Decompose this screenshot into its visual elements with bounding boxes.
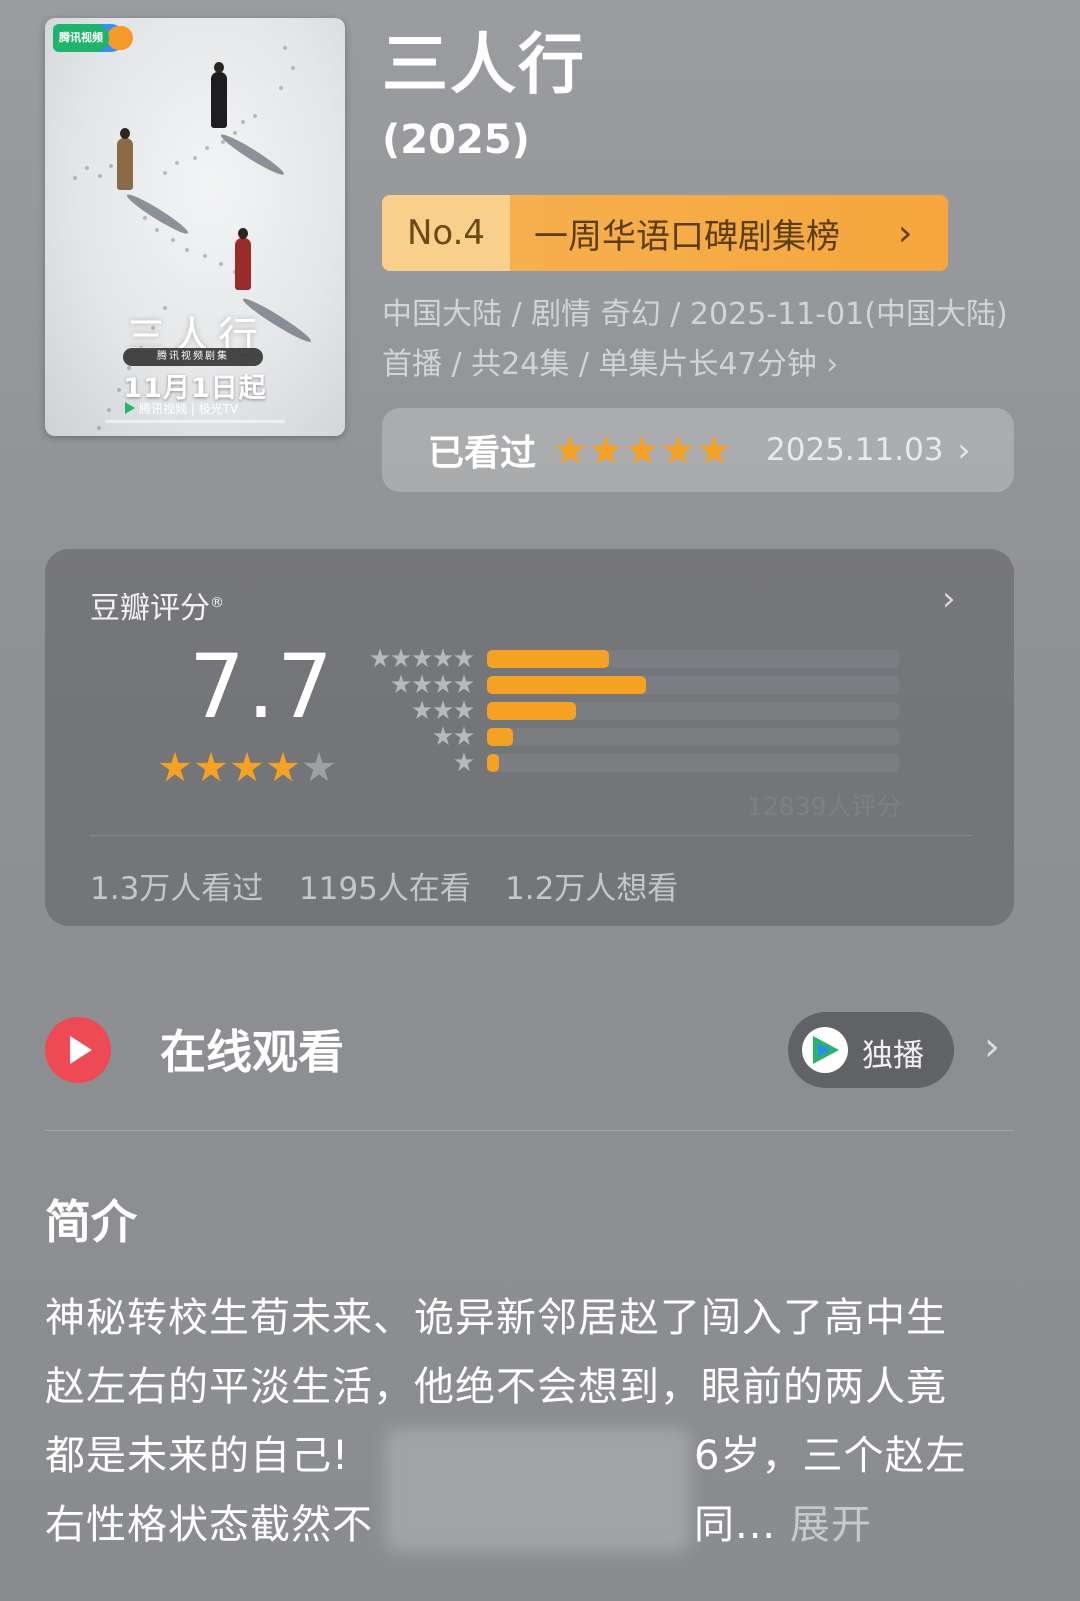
star-icon — [303, 751, 335, 782]
star-icon — [412, 674, 432, 693]
star-icon — [267, 751, 299, 782]
star-icon — [590, 434, 622, 465]
user-rating-stars — [554, 434, 730, 466]
star-icon — [433, 674, 453, 693]
star-icon — [698, 434, 730, 465]
rating-bar-3-star — [371, 700, 901, 720]
score-stars — [159, 751, 335, 783]
star-icon — [626, 434, 658, 465]
rating-title-text: 豆瓣评分 — [90, 591, 210, 626]
watched-status: 已看过 — [428, 433, 537, 474]
rank-number: No.4 — [382, 195, 510, 271]
divider — [45, 1130, 1014, 1131]
star-icon — [412, 648, 432, 667]
synopsis-line-tail: 同... 展开 — [694, 1497, 872, 1553]
figure-black-coat — [211, 62, 227, 128]
figure-red-coat — [235, 228, 251, 290]
poster-credits-line — [105, 420, 285, 423]
star-icon — [370, 648, 390, 667]
star-icon — [662, 434, 694, 465]
play-logo-icon — [125, 402, 135, 414]
source-label: 独播 — [862, 1038, 924, 1074]
bar-track — [487, 650, 899, 668]
star-icon — [433, 648, 453, 667]
stat-want-to-watch[interactable]: 1.2万人想看 — [505, 863, 678, 908]
bar-stars — [433, 726, 474, 746]
stat-watching[interactable]: 1195人在看 — [299, 863, 471, 908]
rating-card-title: 豆瓣评分® — [90, 583, 224, 627]
chevron-right-icon[interactable]: › — [984, 1024, 1000, 1070]
bar-fill — [487, 676, 647, 694]
bar-track — [487, 728, 899, 746]
tencent-video-logo: 腾讯视频 — [53, 24, 133, 52]
synopsis-line: 右性格状态截然不 — [45, 1502, 373, 1548]
show-meta-info[interactable]: 中国大陆 / 剧情 奇幻 / 2025-11-01(中国大陆)首播 / 共24集… — [382, 290, 1012, 390]
expand-link[interactable]: 展开 — [790, 1502, 872, 1548]
star-icon — [391, 648, 411, 667]
poster-brand: 腾讯视频 | 极光TV — [125, 400, 238, 417]
rating-bar-2-star — [371, 726, 901, 746]
figure-brown-coat — [117, 128, 133, 190]
play-icon[interactable] — [45, 1017, 111, 1083]
star-icon — [454, 726, 474, 745]
poster-tag: 腾讯视频剧集 — [123, 348, 263, 366]
synopsis-line: 6岁，三个赵左 — [694, 1433, 967, 1479]
rank-list-name: 一周华语口碑剧集榜 — [534, 216, 840, 257]
star-icon — [454, 648, 474, 667]
bar-stars — [412, 700, 474, 720]
poster-image[interactable]: 腾讯视频 三人行 腾讯视频剧集 11月1日起 腾讯视频 | 极光TV — [45, 18, 345, 436]
star-icon — [454, 674, 474, 693]
rating-bar-4-star — [371, 674, 901, 694]
star-icon — [231, 751, 263, 782]
synopsis-line: 神秘转校生荀未来、诡异新邻居赵了闯入了高中生 — [45, 1295, 947, 1341]
divider — [90, 835, 972, 836]
watch-online-title[interactable]: 在线观看 — [160, 1020, 344, 1084]
star-icon — [195, 751, 227, 782]
rating-bar-1-star — [371, 752, 901, 772]
rating-bar-5-star — [370, 648, 901, 668]
star-icon — [554, 434, 586, 465]
douban-rating-card[interactable]: 豆瓣评分® › 7.7 12839人评分 1.3万人看过 1195人在看 1.2… — [45, 549, 1014, 926]
star-icon — [433, 726, 453, 745]
poster-brand-text: 腾讯视频 | 极光TV — [139, 402, 239, 416]
blurred-region — [385, 1428, 690, 1552]
star-icon — [454, 700, 474, 719]
bar-stars — [391, 674, 474, 694]
chevron-right-icon: › — [957, 431, 971, 469]
poster-logo-text: 腾讯视频 — [59, 31, 103, 44]
synopsis-ellipsis-text: 同... — [694, 1502, 777, 1548]
meta-text: 中国大陆 / 剧情 奇幻 / 2025-11-01(中国大陆)首播 / 共24集… — [382, 297, 1008, 382]
star-icon — [412, 700, 432, 719]
bar-fill — [487, 728, 513, 746]
star-icon — [454, 752, 474, 771]
synopsis-line: 赵左右的平淡生活，他绝不会想到，眼前的两人竟 — [45, 1364, 947, 1410]
star-icon — [391, 674, 411, 693]
synopsis-heading: 简介 — [45, 1195, 137, 1249]
stat-watched[interactable]: 1.3万人看过 — [90, 863, 263, 908]
source-exclusive-button[interactable]: 独播 — [788, 1012, 954, 1088]
rating-count: 12839人评分 — [747, 792, 902, 821]
bar-stars — [454, 752, 474, 772]
my-rating-bar[interactable]: 已看过 2025.11.03 › — [382, 408, 1014, 492]
bar-track — [487, 754, 899, 772]
registered-mark: ® — [210, 595, 224, 611]
bar-fill — [487, 650, 609, 668]
bar-stars — [370, 648, 474, 668]
watched-date: 2025.11.03 — [766, 432, 944, 468]
tencent-video-icon — [802, 1027, 848, 1073]
synopsis-line: 都是未来的自己! — [45, 1433, 350, 1479]
chevron-right-icon: › — [826, 347, 839, 382]
bar-fill — [487, 754, 499, 772]
rating-score: 7.7 — [189, 635, 335, 738]
show-title: 三人行 — [382, 26, 586, 103]
star-icon — [433, 700, 453, 719]
bar-fill — [487, 702, 577, 720]
ranking-badge[interactable]: No.4 一周华语口碑剧集榜 › — [382, 195, 948, 271]
chevron-right-icon[interactable]: › — [942, 579, 956, 619]
chevron-right-icon: › — [898, 212, 913, 254]
bar-track — [487, 702, 899, 720]
star-icon — [159, 751, 191, 782]
show-year: (2025) — [382, 117, 530, 163]
bar-track — [487, 676, 899, 694]
